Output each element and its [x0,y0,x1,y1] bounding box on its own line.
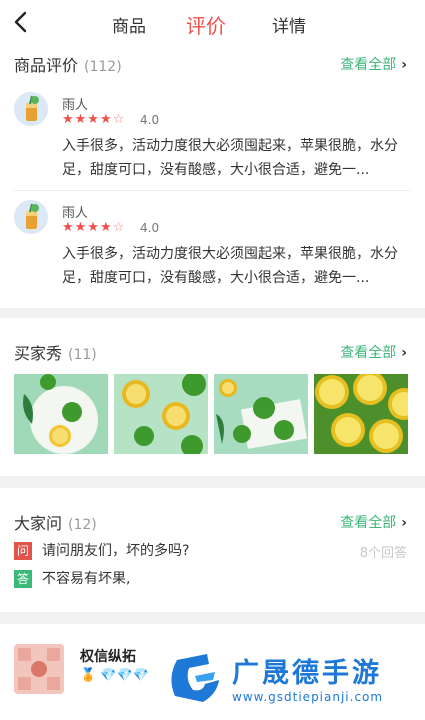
avatar-drink-icon [14,92,48,126]
reviews-see-all-label: 查看全部 [340,57,397,73]
tab-details[interactable]: 详情 [272,12,306,37]
question-badge: 问 [14,542,32,560]
rating-stars: ★★★★☆ [62,220,126,235]
review-item[interactable]: 雨人 ★★★★☆ 4.0 入手很多，活动力度很大必须囤起来，苹果很脆，水分足，甜… [0,200,425,300]
buyer-show-see-all-label: 查看全部 [340,345,397,361]
qa-count: (12) [68,517,97,533]
avatar [14,200,48,234]
review-username: 雨人 [62,206,89,221]
answer-text: 不容易有坏果, [42,571,131,587]
avatar [14,92,48,126]
qa-title-text: 大家问 [14,514,63,533]
qa-title: 大家问 (12) [14,510,97,534]
chevron-right-icon: › [401,515,407,531]
chevron-right-icon: › [401,57,407,73]
qa-see-all-button[interactable]: 查看全部 › [340,512,407,532]
top-nav-bar: 商品 评价 详情 [0,0,425,44]
reviews-section: 商品评价 (112) 查看全部 › 雨人 ★★★★☆ 4.0 入手很多，活动力度很大… [0,44,425,308]
watermark-text: 广晟德手游 [232,658,382,689]
avatar-drink-icon [14,200,48,234]
review-text: 入手很多，活动力度很大必须囤起来，苹果很脆，水分足，甜度可口，没有酸感，大小很合… [62,246,398,286]
buyer-show-title-text: 买家秀 [14,344,63,363]
buyer-photo[interactable] [314,374,408,454]
shop-level-icons: 🏅 💎💎💎 [80,668,149,683]
review-item[interactable]: 雨人 ★★★★☆ 4.0 入手很多，活动力度很大必须囤起来，苹果很脆，水分足，甜… [0,92,425,192]
reviews-count: (112) [84,59,122,75]
answer-row: 答不容易有坏果, [14,568,130,588]
lime-halves-image [314,374,408,454]
watermark-logo-icon [171,654,219,702]
buyer-show-see-all-button[interactable]: 查看全部 › [340,342,407,362]
answers-count: 8个回答 [359,546,407,561]
question-row[interactable]: 问请问朋友们，坏的多吗? [14,540,189,560]
rating-stars: ★★★★☆ [62,112,126,127]
watermark-url: www.gsdtiepianji.com [232,690,384,704]
rating-score: 4.0 [140,113,160,127]
buyer-show-section: 买家秀 (11) 查看全部 › [0,318,425,476]
shop-logo[interactable] [14,644,64,694]
reviews-title-text: 商品评价 [14,56,79,75]
lime-board-image [214,374,308,454]
lime-slices-image [114,374,208,454]
answer-badge: 答 [14,570,32,588]
chevron-right-icon: › [401,345,407,361]
reviews-see-all-button[interactable]: 查看全部 › [340,54,407,74]
review-text: 入手很多，活动力度很大必须囤起来，苹果很脆，水分足，甜度可口，没有酸感，大小很合… [62,138,398,178]
rating-score: 4.0 [140,221,160,235]
divider [14,190,411,191]
reviews-title: 商品评价 (112) [14,52,122,76]
qa-see-all-label: 查看全部 [340,515,397,531]
buyer-photo[interactable] [214,374,308,454]
review-username: 雨人 [62,98,89,113]
qa-section: 大家问 (12) 查看全部 › 问请问朋友们，坏的多吗? 8个回答 答不容易有坏果, [0,488,425,612]
question-text: 请问朋友们，坏的多吗? [42,543,190,559]
buyer-show-title: 买家秀 (11) [14,340,97,364]
tab-product[interactable]: 商品 [112,12,146,37]
shop-name[interactable]: 权信纵拓 [80,646,136,666]
buyer-photo[interactable] [114,374,208,454]
tab-reviews[interactable]: 评价 [186,10,226,39]
buyer-photo[interactable] [14,374,108,454]
shop-logo-image [14,644,64,694]
lime-plate-image [14,374,108,454]
back-arrow-icon[interactable] [10,10,34,34]
buyer-show-count: (11) [68,347,97,363]
